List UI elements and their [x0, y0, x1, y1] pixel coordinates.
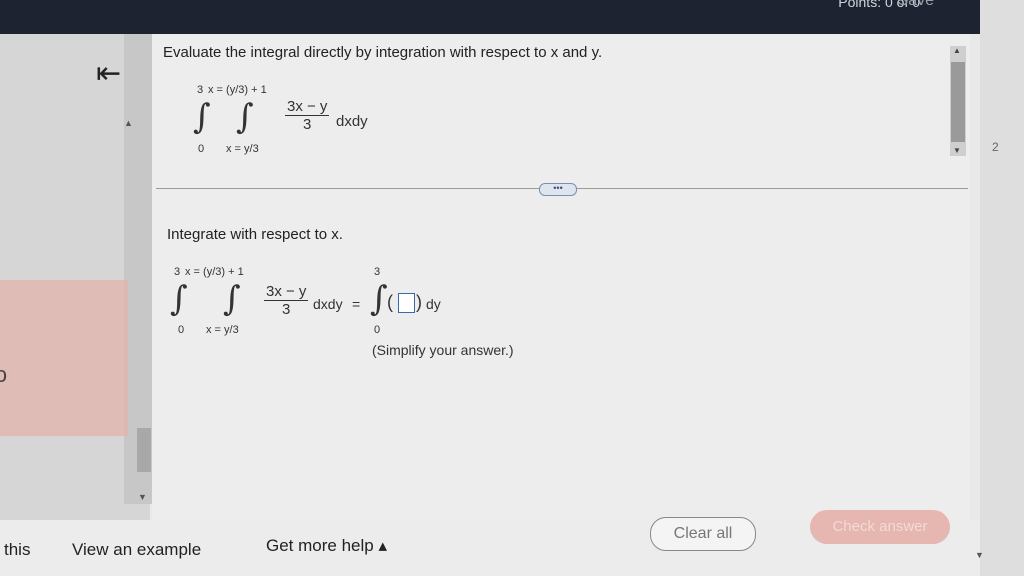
step-inner-upper-limit: x = (y/3) + 1 [185, 266, 244, 278]
right-paren: ) [416, 292, 422, 312]
step-outer-lower-limit: 0 [178, 324, 185, 336]
more-options-button[interactable]: ••• [539, 183, 577, 196]
left-paren: ( [387, 292, 393, 312]
rhs-differential: dy [426, 296, 441, 312]
right-scroll-down-icon[interactable]: ▼ [953, 146, 961, 155]
scroll-down-icon[interactable]: ▼ [138, 492, 147, 502]
right-scroll-up-icon[interactable]: ▲ [953, 46, 961, 55]
step-differential: dxdy [313, 296, 343, 312]
integrand-numerator: 3x − y [285, 98, 330, 116]
step-inner-lower-limit: x = y/3 [206, 324, 239, 336]
view-example-link[interactable]: View an example [72, 540, 201, 560]
edge-icon: ↄ [0, 362, 7, 387]
step-integrand-fraction: 3x − y 3 [264, 283, 309, 318]
right-scrollbar-thumb[interactable] [951, 62, 965, 142]
integrand-denominator: 3 [303, 116, 312, 133]
save-button[interactable]: Save [898, 0, 934, 10]
question-prompt: Evaluate the integral directly by integr… [163, 44, 603, 61]
outer-upper-limit: 3 [197, 84, 204, 96]
rhs-lower-limit: 0 [374, 324, 381, 336]
simplify-hint: (Simplify your answer.) [372, 342, 514, 358]
clear-all-button[interactable]: Clear all [650, 517, 756, 551]
step-integrand-denominator: 3 [282, 301, 291, 318]
bottom-scroll-down-icon[interactable]: ▼ [975, 550, 984, 560]
step-instruction: Integrate with respect to x. [167, 226, 343, 243]
step-inner-integral-sign: ∫ [223, 279, 241, 319]
check-answer-button[interactable]: Check answer [810, 510, 950, 544]
inner-lower-limit: x = y/3 [226, 143, 259, 155]
side-number: 2 [992, 140, 999, 154]
rhs-integral-sign: ∫ [370, 279, 388, 319]
inner-upper-limit: x = (y/3) + 1 [208, 84, 267, 96]
footer-edge-text: this [4, 540, 31, 559]
rhs-upper-limit: 3 [374, 266, 381, 278]
step-outer-integral-sign: ∫ [170, 279, 188, 319]
equals-sign: = [352, 296, 361, 312]
step-outer-upper-limit: 3 [174, 266, 181, 278]
collapse-panel-icon[interactable]: ⇤ [96, 56, 121, 91]
right-edge-panel: 2 [980, 0, 1024, 576]
answer-input[interactable] [398, 293, 415, 313]
left-highlight-panel [0, 280, 128, 436]
outer-integral-sign: ∫ [193, 97, 211, 137]
left-scrollbar-thumb[interactable] [137, 428, 151, 472]
step-integrand-numerator: 3x − y [264, 283, 309, 301]
get-more-help-link[interactable]: Get more help ▴ [266, 536, 387, 556]
outer-lower-limit: 0 [198, 143, 205, 155]
top-bar: Points: 0 of 0 Save [0, 0, 980, 34]
differential: dxdy [336, 113, 368, 130]
scroll-up-icon[interactable]: ▲ [124, 118, 133, 128]
integrand-fraction: 3x − y 3 [285, 98, 330, 133]
inner-integral-sign: ∫ [236, 97, 254, 137]
